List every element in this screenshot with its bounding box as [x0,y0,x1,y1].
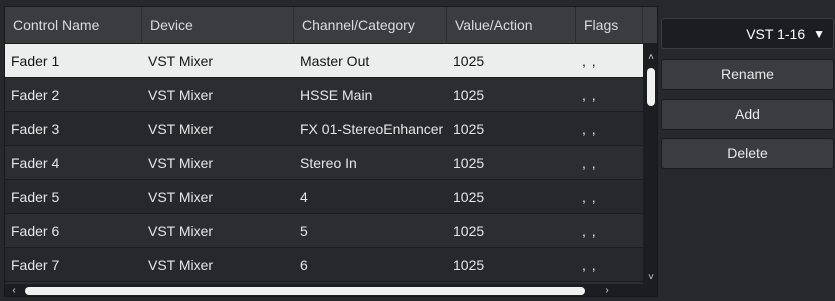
triangle-down-icon: ▼ [813,26,825,41]
bank-dropdown[interactable]: VST 1-16 ▼ [661,18,834,49]
cell-flags: , , [582,87,597,103]
chevron-right-icon[interactable]: › [600,284,614,296]
cell-control-name: Fader 1 [11,53,60,69]
cell-value-action: 1025 [453,87,485,103]
column-header-value-action[interactable]: Value/Action [447,7,576,44]
cell-value-action: 1025 [453,121,485,137]
cell-control-name: Fader 5 [11,189,60,205]
cell-control-name: Fader 7 [11,257,60,273]
cell-channel-category: 5 [300,223,308,239]
cell-value-action: 1025 [453,223,485,239]
rename-button[interactable]: Rename [661,59,834,90]
table-row[interactable]: Fader 2 VST Mixer HSSE Main 1025 , , [5,78,643,112]
cell-value-action: 1025 [453,257,485,273]
cell-channel-category: HSSE Main [300,87,373,103]
cell-channel-category: FX 01-StereoEnhancer [300,121,444,137]
control-table: Control Name Device Channel/Category Val… [4,6,658,297]
cell-channel-category: 6 [300,257,308,273]
cell-flags: , , [582,155,597,171]
cell-value-action: 1025 [453,189,485,205]
chevron-left-icon[interactable]: ‹ [7,284,21,296]
cell-value-action: 1025 [453,53,485,69]
chevron-up-icon[interactable]: ˄ [643,52,657,64]
delete-button[interactable]: Delete [661,138,834,169]
column-header-control-name[interactable]: Control Name [5,7,142,44]
cell-flags: , , [582,121,597,137]
column-header-device[interactable]: Device [142,7,294,44]
horizontal-scroll-thumb[interactable] [25,287,585,295]
column-header-channel-category[interactable]: Channel/Category [294,7,447,44]
column-header-flags[interactable]: Flags [576,7,643,44]
cell-device: VST Mixer [148,257,214,273]
cell-flags: , , [582,189,597,205]
chevron-down-icon[interactable]: ˅ [643,272,657,284]
table-row[interactable]: Fader 3 VST Mixer FX 01-StereoEnhancer 1… [5,112,643,146]
vertical-scrollbar[interactable]: ˄ ˅ [643,44,657,284]
table-header: Control Name Device Channel/Category Val… [5,7,657,44]
cell-device: VST Mixer [148,121,214,137]
bank-dropdown-value: VST 1-16 [746,25,806,42]
table-row[interactable]: Fader 1 VST Mixer Master Out 1025 , , [5,44,643,78]
cell-value-action: 1025 [453,155,485,171]
cell-channel-category: Stereo In [300,155,357,171]
table-body: Fader 1 VST Mixer Master Out 1025 , , Fa… [5,44,643,296]
cell-device: VST Mixer [148,87,214,103]
cell-device: VST Mixer [148,223,214,239]
cell-control-name: Fader 3 [11,121,60,137]
table-row[interactable]: Fader 6 VST Mixer 5 1025 , , [5,214,643,248]
cell-flags: , , [582,223,597,239]
cell-control-name: Fader 2 [11,87,60,103]
vertical-scroll-thumb[interactable] [647,68,655,106]
cell-channel-category: Master Out [300,53,370,69]
cell-control-name: Fader 6 [11,223,60,239]
table-row[interactable]: Fader 5 VST Mixer 4 1025 , , [5,180,643,214]
table-row[interactable]: Fader 7 VST Mixer 6 1025 , , [5,248,643,282]
cell-flags: , , [582,257,597,273]
cell-device: VST Mixer [148,155,214,171]
cell-device: VST Mixer [148,53,214,69]
horizontal-scrollbar[interactable]: ‹ › [5,284,657,296]
table-row[interactable]: Fader 4 VST Mixer Stereo In 1025 , , [5,146,643,180]
add-button[interactable]: Add [661,99,834,130]
cell-control-name: Fader 4 [11,155,60,171]
cell-channel-category: 4 [300,189,308,205]
cell-device: VST Mixer [148,189,214,205]
side-panel: VST 1-16 ▼ Rename Add Delete [661,0,835,301]
cell-flags: , , [582,53,597,69]
